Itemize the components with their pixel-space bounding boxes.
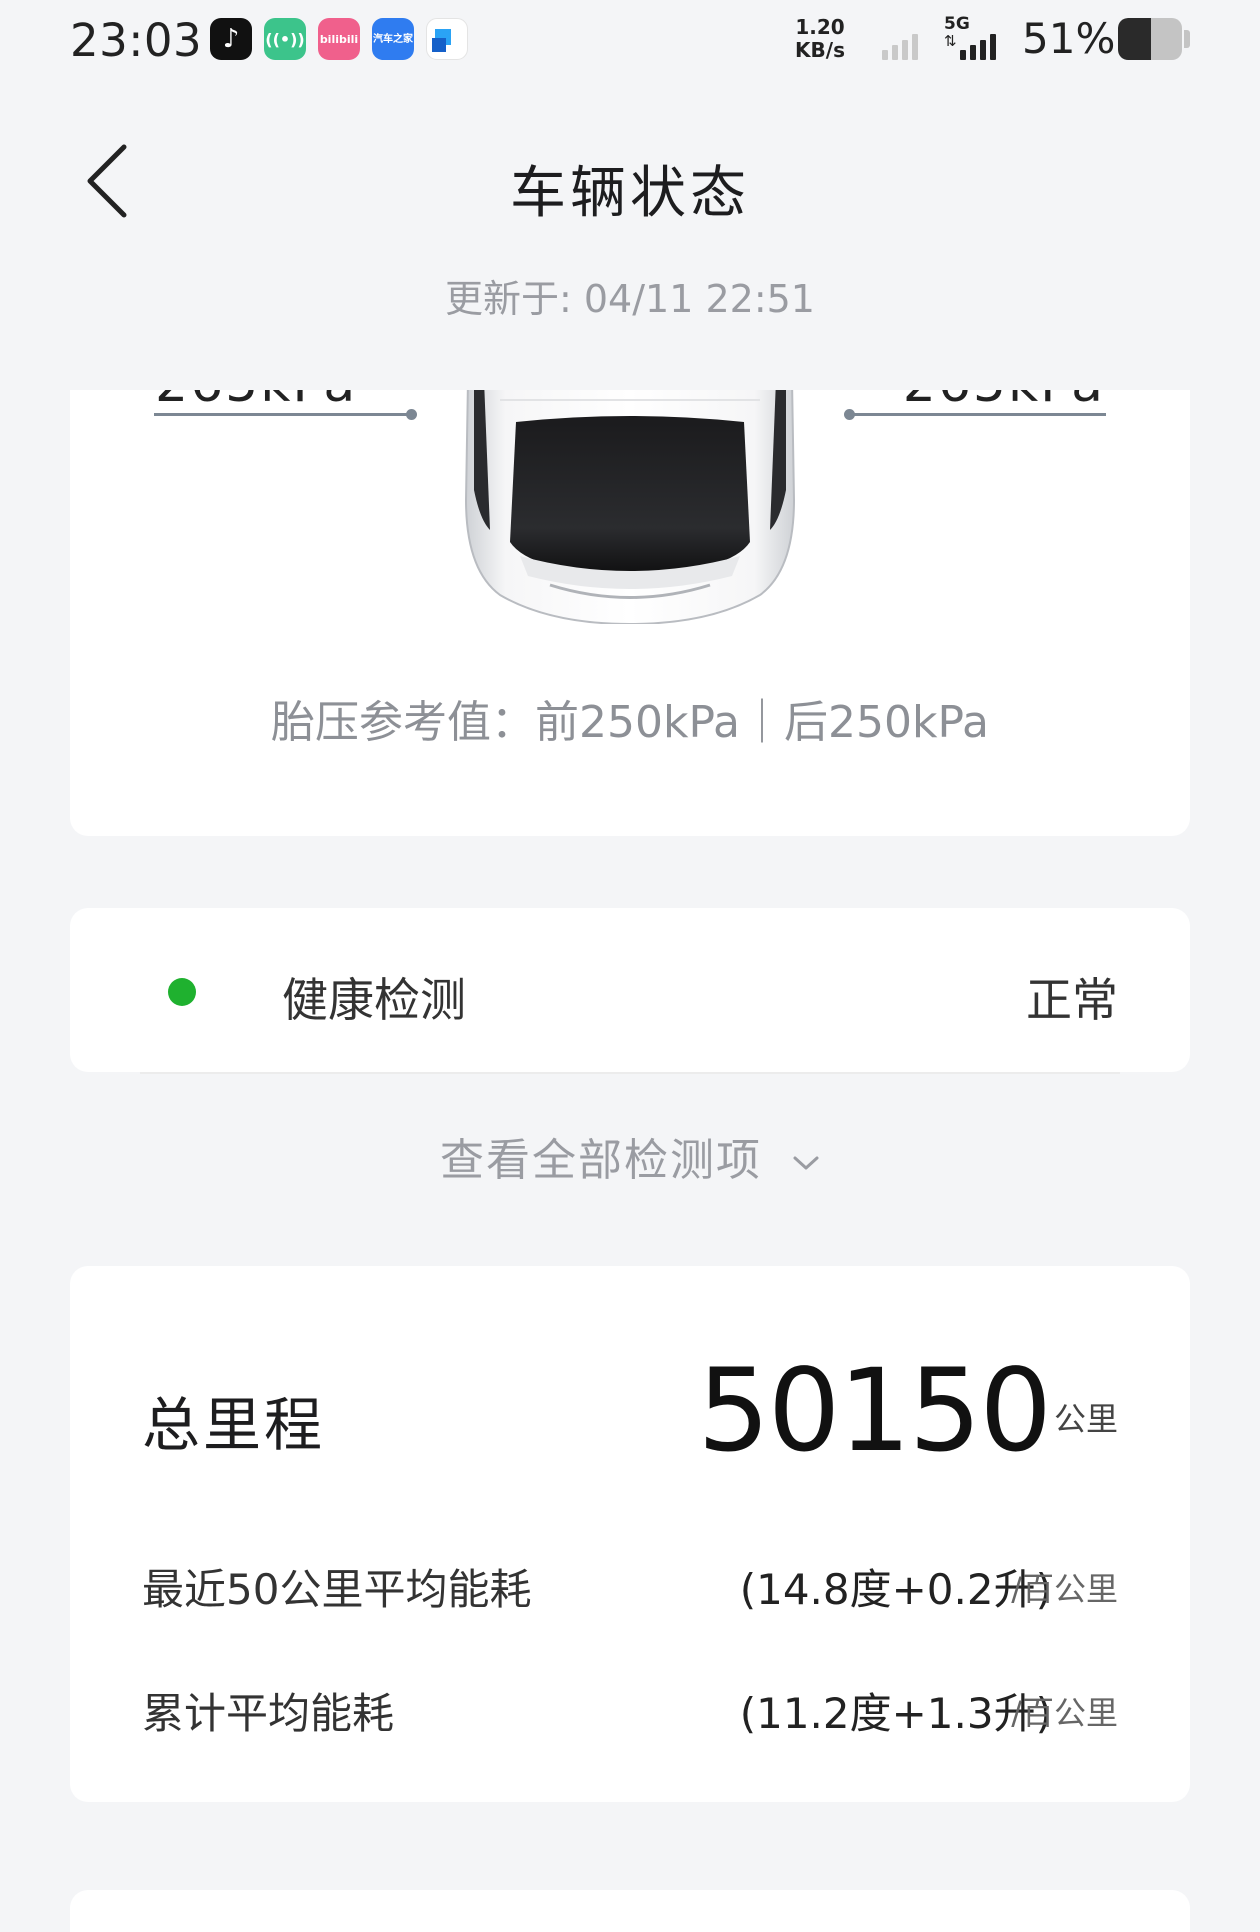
update-timestamp: 更新于: 04/11 22:51 bbox=[445, 277, 815, 321]
tiktok-icon: ♪ bbox=[210, 18, 252, 60]
health-check-label: 健康检测 bbox=[282, 973, 466, 1027]
page-title: 车辆状态 bbox=[510, 161, 750, 226]
network-speed-value: 1.20 bbox=[795, 15, 845, 39]
car-top-view-image bbox=[464, 390, 796, 624]
mileage-card: 总里程 50150 公里 最近50公里平均能耗 (14.8度+0.2升) /百公… bbox=[70, 1266, 1190, 1802]
tire-pressure-card: 265kPa 265kPa bbox=[70, 390, 1190, 836]
recent-consumption-value: (14.8度+0.2升) bbox=[739, 1565, 1052, 1614]
status-bar: 23:03 ♪ ((•)) bilibili 汽车之家 1.20 KB/s 5G… bbox=[0, 0, 1260, 84]
signal-sim1-icon bbox=[882, 30, 918, 60]
front-left-tire-pressure: 265kPa bbox=[155, 390, 357, 414]
total-mileage-value: 50150 bbox=[697, 1344, 1052, 1477]
next-card bbox=[70, 1890, 1190, 1932]
chevron-down-icon bbox=[793, 1156, 819, 1170]
tire-pointer-dot-left bbox=[406, 409, 417, 420]
vehicle-status-page: 23:03 ♪ ((•)) bilibili 汽车之家 1.20 KB/s 5G… bbox=[0, 0, 1260, 1932]
status-time: 23:03 bbox=[70, 14, 203, 67]
network-speed-unit: KB/s bbox=[795, 38, 845, 62]
tire-pointer-line-right bbox=[850, 413, 1106, 416]
view-all-checks-button[interactable]: 查看全部检测项 bbox=[0, 1124, 1260, 1188]
cumulative-consumption-unit: /百公里 bbox=[1011, 1694, 1118, 1732]
cumulative-consumption-value: (11.2度+1.3升) bbox=[739, 1689, 1052, 1738]
tire-pointer-line-left bbox=[154, 413, 410, 416]
battery-icon bbox=[1118, 18, 1182, 60]
cumulative-consumption-label: 累计平均能耗 bbox=[142, 1689, 395, 1738]
autohome-icon: 汽车之家 bbox=[372, 18, 414, 60]
front-right-tire-pressure: 265kPa bbox=[903, 390, 1105, 414]
notification-app-icons: ♪ ((•)) bilibili 汽车之家 bbox=[210, 18, 468, 60]
recent-consumption-label: 最近50公里平均能耗 bbox=[142, 1565, 532, 1614]
health-status-text: 正常 bbox=[1026, 973, 1118, 1027]
data-arrows-icon: ⇅ bbox=[944, 32, 957, 50]
message-app-icon bbox=[426, 18, 468, 60]
health-status-dot bbox=[168, 978, 196, 1006]
battery-percent: 51% bbox=[1022, 14, 1116, 63]
view-all-checks-label: 查看全部检测项 bbox=[440, 1135, 762, 1186]
divider bbox=[140, 1072, 1120, 1074]
total-mileage-label: 总里程 bbox=[142, 1391, 326, 1459]
radio-icon: ((•)) bbox=[264, 18, 306, 60]
health-check-card[interactable]: 健康检测 正常 bbox=[70, 908, 1190, 1072]
bilibili-icon: bilibili bbox=[318, 18, 360, 60]
total-mileage-unit: 公里 bbox=[1053, 1400, 1118, 1438]
signal-sim2-icon bbox=[960, 30, 996, 60]
network-speed: 1.20 KB/s bbox=[790, 16, 850, 62]
tire-pressure-reference: 胎压参考值：前250kPa｜后250kPa bbox=[271, 697, 989, 748]
battery-cap bbox=[1184, 30, 1190, 48]
recent-consumption-unit: /百公里 bbox=[1011, 1570, 1118, 1608]
tire-pointer-dot-right bbox=[844, 409, 855, 420]
